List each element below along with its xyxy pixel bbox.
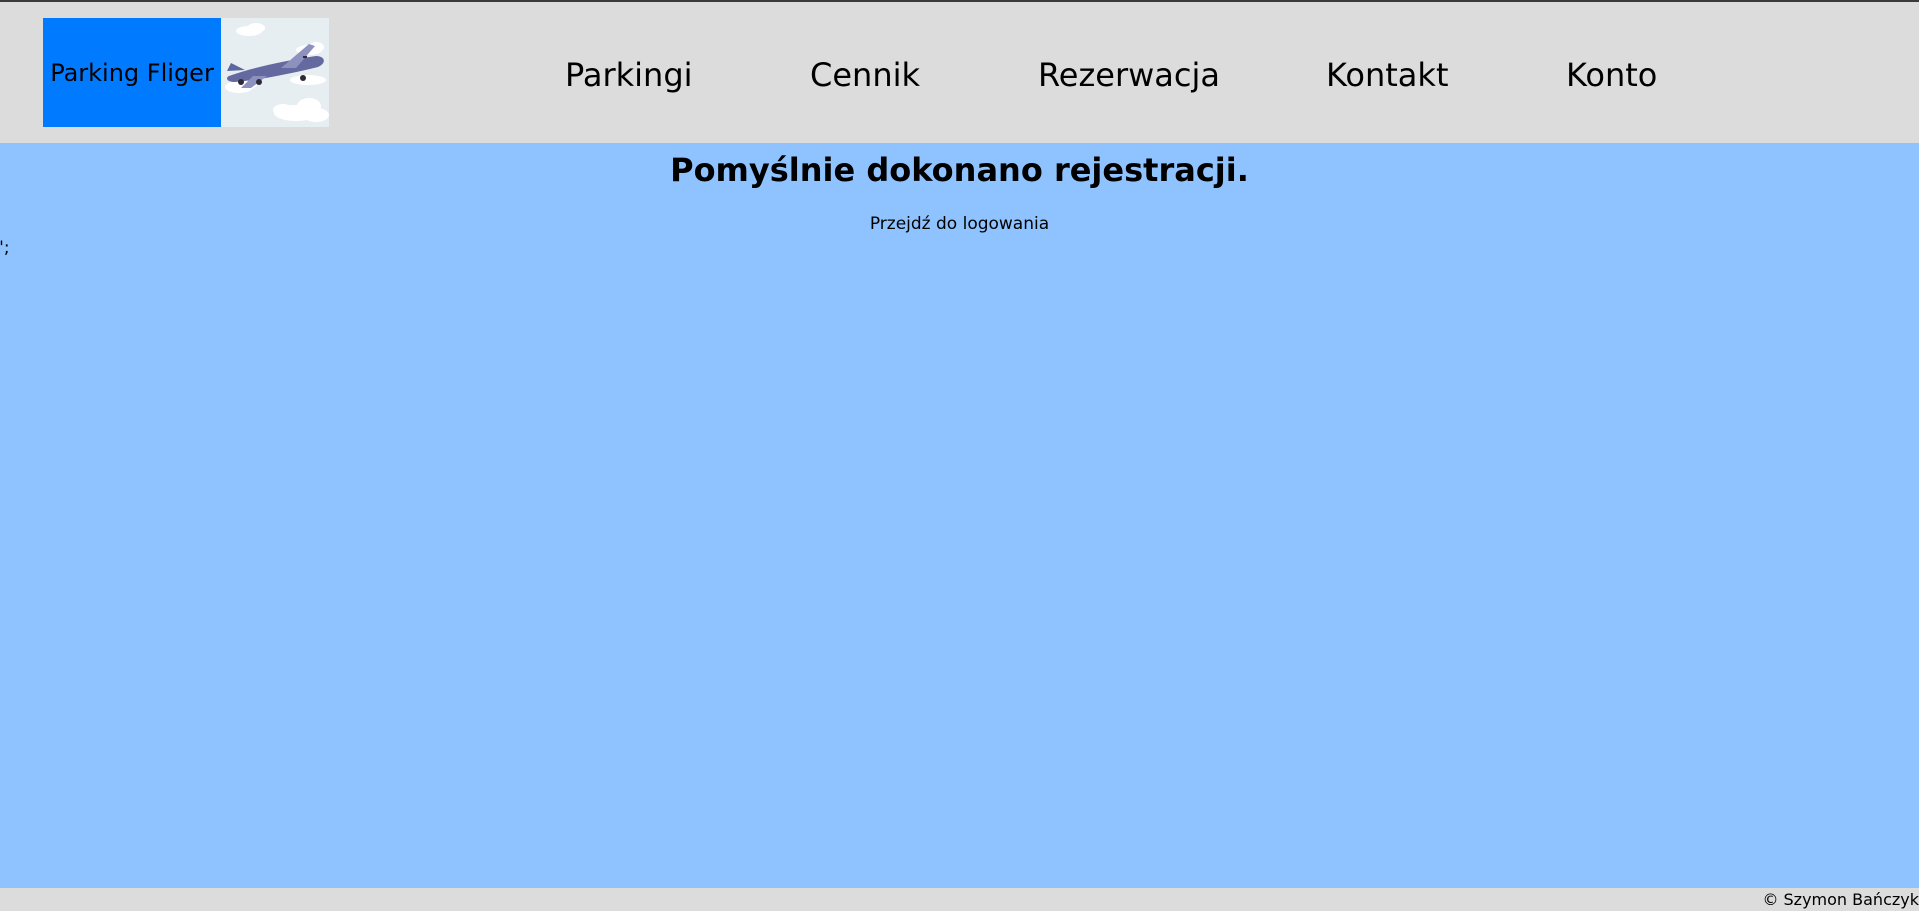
nav-link-rezerwacja[interactable]: Rezerwacja [1038,55,1220,95]
site-footer: © Szymon Bańczyk [0,888,1919,911]
stray-text-fragment: "; [0,238,10,258]
nav-link-parkingi[interactable]: Parkingi [565,55,693,95]
site-header: Parking Fliger Parkingi Cennik Rezerwacj… [0,2,1919,143]
nav-link-cennik[interactable]: Cennik [810,55,920,95]
main-navigation: Parkingi Cennik Rezerwacja Kontakt Konto [0,2,1919,143]
registration-success-title: Pomyślnie dokonano rejestracji. [670,151,1249,189]
copyright-text: © Szymon Bańczyk [1762,890,1919,909]
nav-link-kontakt[interactable]: Kontakt [1326,55,1448,95]
nav-link-konto[interactable]: Konto [1566,55,1657,95]
go-to-login-link[interactable]: Przejdź do logowania [0,213,1919,235]
main-content: Pomyślnie dokonano rejestracji. Przejdź … [0,143,1919,888]
